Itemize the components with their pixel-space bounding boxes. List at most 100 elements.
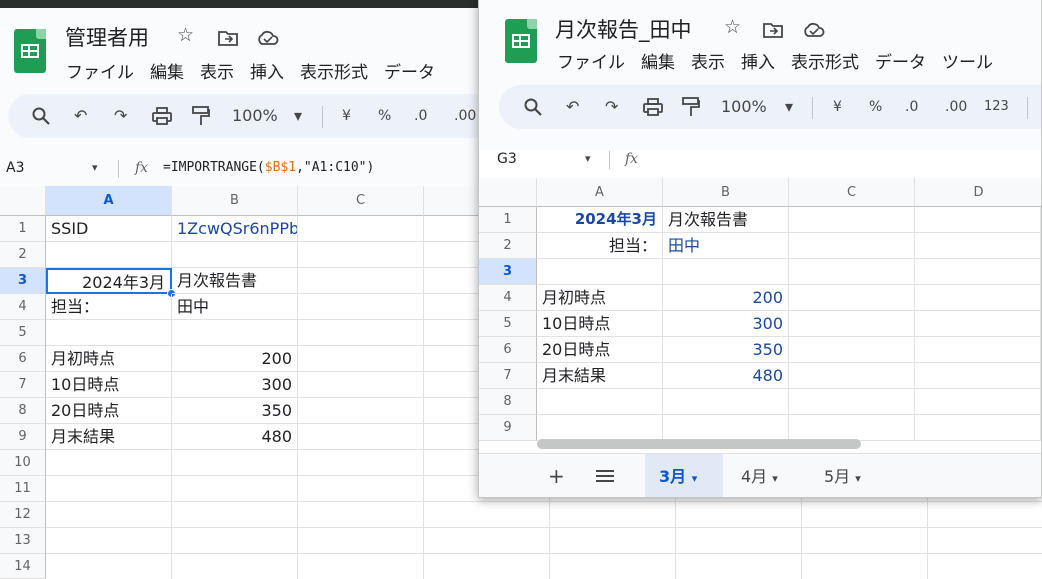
cell-a1[interactable]: 2024年3月 xyxy=(537,207,663,233)
cell-a7[interactable]: 月末結果 xyxy=(537,363,663,389)
row-header-4[interactable]: 4 xyxy=(0,294,46,320)
all-sheets-menu-icon[interactable] xyxy=(596,469,614,483)
sheet-tab-march[interactable]: 3月 ▾ xyxy=(645,454,723,497)
currency-format-button[interactable]: ¥ xyxy=(833,85,842,129)
cell-b3[interactable]: 月次報告書 xyxy=(172,268,298,294)
zoom-select[interactable]: 100% xyxy=(721,85,767,129)
more-formats-button[interactable]: 123 xyxy=(984,85,1009,129)
menu-view[interactable]: 表示 xyxy=(691,53,725,73)
search-icon[interactable] xyxy=(524,98,542,116)
row-header-14[interactable]: 14 xyxy=(0,554,46,579)
row-header-4[interactable]: 4 xyxy=(479,285,537,311)
column-header-c[interactable]: C xyxy=(298,186,424,216)
sheet-tab-april[interactable]: 4月 ▾ xyxy=(727,454,792,497)
row-header-2[interactable]: 2 xyxy=(0,242,46,268)
cloud-status-icon[interactable] xyxy=(256,30,280,45)
move-folder-icon[interactable] xyxy=(763,21,783,38)
horizontal-scrollbar[interactable] xyxy=(537,439,861,449)
menu-insert[interactable]: 挿入 xyxy=(741,53,775,73)
row-header-1[interactable]: 1 xyxy=(479,207,537,233)
menu-edit[interactable]: 編集 xyxy=(150,63,184,83)
menu-insert[interactable]: 挿入 xyxy=(250,63,284,83)
row-header-7[interactable]: 7 xyxy=(479,363,537,389)
zoom-dropdown-icon[interactable]: ▾ xyxy=(785,85,793,129)
column-header-c[interactable]: C xyxy=(789,178,915,207)
row-header-12[interactable]: 12 xyxy=(0,502,46,528)
column-header-b[interactable]: B xyxy=(172,186,298,216)
star-icon[interactable]: ☆ xyxy=(724,16,741,38)
name-box[interactable]: A3 xyxy=(6,153,24,183)
redo-icon[interactable]: ↷ xyxy=(605,85,618,129)
row-header-9[interactable]: 9 xyxy=(0,424,46,450)
menu-file[interactable]: ファイル xyxy=(557,53,625,73)
cell-a3-selected[interactable]: 2024年3月 xyxy=(46,268,172,294)
print-icon[interactable] xyxy=(152,107,172,125)
cell-b6[interactable]: 350 xyxy=(663,337,789,363)
zoom-dropdown-icon[interactable]: ▾ xyxy=(294,94,302,138)
column-header-a[interactable]: A xyxy=(46,186,172,216)
paint-format-icon[interactable] xyxy=(192,106,210,126)
cell-a2[interactable]: 担当： xyxy=(537,233,663,259)
decrease-decimal-button[interactable]: .0 xyxy=(905,85,918,129)
menu-format[interactable]: 表示形式 xyxy=(791,53,859,73)
increase-decimal-button[interactable]: .00 xyxy=(454,94,476,138)
cell-b7[interactable]: 480 xyxy=(663,363,789,389)
menu-tools[interactable]: ツール xyxy=(942,53,993,73)
row-header-5[interactable]: 5 xyxy=(0,320,46,346)
star-icon[interactable]: ☆ xyxy=(177,24,194,46)
paint-format-icon[interactable] xyxy=(682,97,700,117)
sheet-tab-may[interactable]: 5月 ▾ xyxy=(810,454,875,497)
cell-b4[interactable]: 200 xyxy=(663,285,789,311)
cell-b1[interactable]: 1ZcwQSr6nPPb xyxy=(172,216,298,242)
sheets-logo-icon[interactable] xyxy=(505,19,537,63)
row-header-3[interactable]: 3 xyxy=(479,259,537,285)
doc-title[interactable]: 管理者用 xyxy=(65,22,149,52)
cell-b4[interactable]: 田中 xyxy=(172,294,298,320)
row-header-9[interactable]: 9 xyxy=(479,415,537,441)
cell-a5[interactable]: 10日時点 xyxy=(537,311,663,337)
print-icon[interactable] xyxy=(643,98,663,116)
select-all-corner[interactable] xyxy=(0,186,46,216)
cell-b5[interactable]: 300 xyxy=(663,311,789,337)
cell-b7[interactable]: 300 xyxy=(172,372,298,398)
menu-data[interactable]: データ xyxy=(384,63,435,83)
cell-b9[interactable]: 480 xyxy=(172,424,298,450)
cloud-status-icon[interactable] xyxy=(802,22,826,37)
name-box-dropdown-icon[interactable]: ▾ xyxy=(585,144,591,174)
column-header-a[interactable]: A xyxy=(537,178,663,207)
select-all-corner[interactable] xyxy=(479,178,537,207)
name-box[interactable]: G3 xyxy=(497,144,517,174)
search-icon[interactable] xyxy=(32,107,50,125)
cell-a6[interactable]: 月初時点 xyxy=(46,346,172,372)
row-header-7[interactable]: 7 xyxy=(0,372,46,398)
cell-a8[interactable]: 20日時点 xyxy=(46,398,172,424)
menu-edit[interactable]: 編集 xyxy=(641,53,675,73)
cell-b6[interactable]: 200 xyxy=(172,346,298,372)
cell-a1[interactable]: SSID xyxy=(46,216,172,242)
name-box-dropdown-icon[interactable]: ▾ xyxy=(92,153,98,183)
cell-a9[interactable]: 月末結果 xyxy=(46,424,172,450)
decrease-decimal-button[interactable]: .0 xyxy=(414,94,427,138)
row-header-6[interactable]: 6 xyxy=(0,346,46,372)
undo-icon[interactable]: ↶ xyxy=(566,85,579,129)
menu-data[interactable]: データ xyxy=(875,53,926,73)
row-header-6[interactable]: 6 xyxy=(479,337,537,363)
row-header-8[interactable]: 8 xyxy=(0,398,46,424)
cell-b2[interactable]: 田中 xyxy=(663,233,789,259)
percent-format-button[interactable]: % xyxy=(378,94,391,138)
row-header-2[interactable]: 2 xyxy=(479,233,537,259)
row-header-3[interactable]: 3 xyxy=(0,268,46,294)
row-header-8[interactable]: 8 xyxy=(479,389,537,415)
cell-b8[interactable]: 350 xyxy=(172,398,298,424)
cell-b1[interactable]: 月次報告書 xyxy=(663,207,789,233)
row-header-11[interactable]: 11 xyxy=(0,476,46,502)
increase-decimal-button[interactable]: .00 xyxy=(945,85,967,129)
add-sheet-button[interactable]: + xyxy=(534,454,579,497)
row-header-13[interactable]: 13 xyxy=(0,528,46,554)
row-header-10[interactable]: 10 xyxy=(0,450,46,476)
menu-view[interactable]: 表示 xyxy=(200,63,234,83)
formula-input[interactable]: =IMPORTRANGE($B$1,"A1:C10") xyxy=(163,153,374,183)
zoom-select[interactable]: 100% xyxy=(232,94,278,138)
percent-format-button[interactable]: % xyxy=(869,85,882,129)
sheets-logo-icon[interactable] xyxy=(14,29,46,73)
